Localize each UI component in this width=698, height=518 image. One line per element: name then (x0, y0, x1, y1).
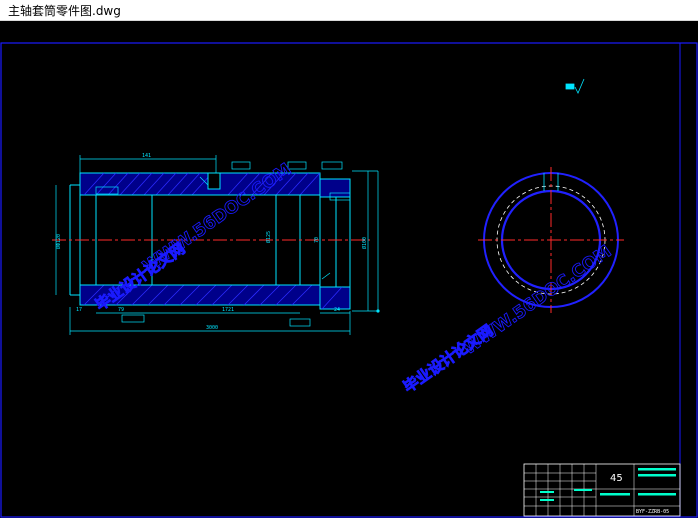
drawing-number: BYF-ZZRB-05 (636, 509, 669, 515)
cad-drawing-canvas[interactable]: 141 79 1721 3000 17 24 Ø125 ØФ120 Ø100 7… (0, 21, 698, 518)
top-right-step (319, 178, 351, 198)
dim-70: 70 (314, 237, 320, 243)
dim-300: 3000 (206, 325, 218, 331)
watermark-cn-2: 毕业设计论文网 (400, 321, 496, 396)
title-block: 45 BYF-ZZRB-05 (523, 463, 681, 517)
dim-24: 24 (334, 307, 340, 313)
window-title: 主轴套筒零件图.dwg (8, 4, 121, 18)
drawing-svg: 141 79 1721 3000 17 24 Ø125 ØФ120 Ø100 7… (0, 42, 698, 518)
roughness-symbol (565, 78, 585, 94)
dim-dia-right: Ø100 (361, 237, 368, 249)
title-bar: 主轴套筒零件图.dwg (0, 0, 698, 21)
dim-17: 17 (76, 307, 82, 313)
dim-dia-left: ØФ120 (55, 234, 62, 249)
material-label: 45 (610, 473, 623, 484)
dim-141: 141 (142, 153, 151, 159)
dim-1725: 1721 (222, 307, 234, 313)
sheet-border (0, 42, 698, 518)
dim-79: 79 (118, 307, 124, 313)
dim-dia-mid: Ø125 (265, 231, 272, 243)
